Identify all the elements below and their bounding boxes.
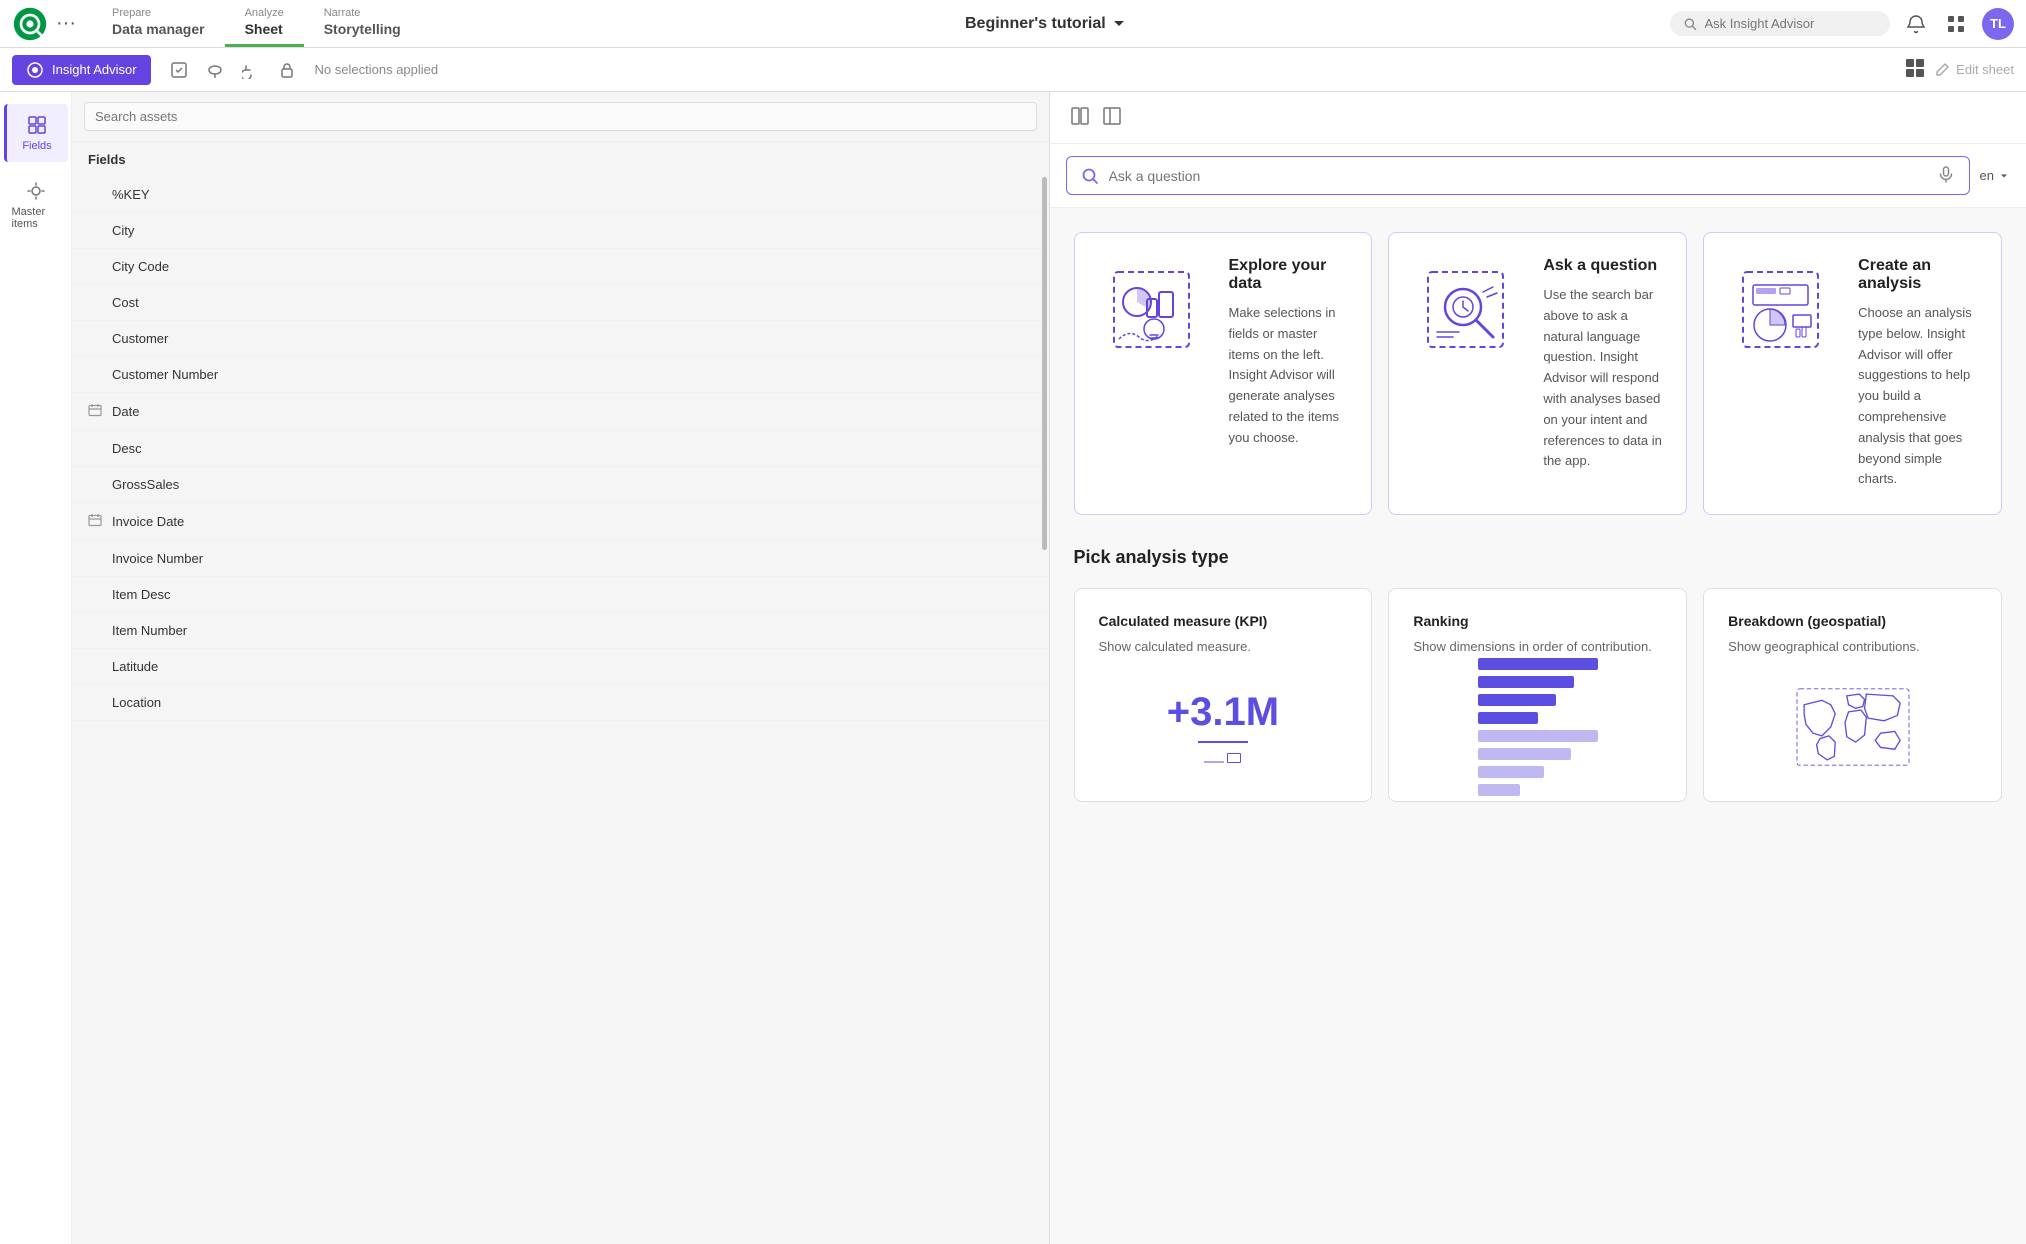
cards-area: Explore your data Make selections in fie… — [1050, 208, 2026, 1244]
insight-advisor-input[interactable] — [1705, 16, 1877, 31]
tab-narrate[interactable]: Narrate Storytelling — [304, 0, 421, 47]
field-item-date[interactable]: Date — [72, 393, 1049, 431]
info-card-create: Create an analysis Choose an analysis ty… — [1703, 232, 2002, 515]
info-cards: Explore your data Make selections in fie… — [1074, 232, 2003, 515]
field-item-city-code[interactable]: City Code — [72, 249, 1049, 285]
language-selector[interactable]: en — [1980, 168, 2010, 183]
field-item-item-desc[interactable]: Item Desc — [72, 577, 1049, 613]
field-item-city[interactable]: City — [72, 213, 1049, 249]
field-item-invoice-date[interactable]: Invoice Date — [72, 503, 1049, 541]
field-item-invoice-number[interactable]: Invoice Number — [72, 541, 1049, 577]
ask-text: Ask a question Use the search bar above … — [1543, 257, 1662, 472]
tab-analyze[interactable]: Analyze Sheet — [225, 0, 304, 47]
kpi-visual: +3.1M — [1099, 677, 1348, 777]
app-title[interactable]: Beginner's tutorial — [965, 15, 1126, 33]
more-options-button[interactable]: ··· — [56, 12, 76, 35]
edit-sheet-button[interactable]: Edit sheet — [1934, 62, 2014, 78]
secondary-toolbar: Insight Advisor No selections applied Ed… — [0, 48, 2026, 92]
sidebar-item-master-items[interactable]: Master items — [4, 170, 68, 240]
sidebar-icons: Fields Master items — [0, 92, 72, 1244]
no-selections-label: No selections applied — [315, 62, 1893, 77]
field-item-percent-key[interactable]: %KEY — [72, 177, 1049, 213]
user-avatar[interactable]: TL — [1982, 8, 2014, 40]
field-item-location[interactable]: Location — [72, 685, 1049, 721]
lasso-icon[interactable] — [199, 54, 231, 86]
panel-toggle-right[interactable] — [1102, 106, 1122, 129]
fields-panel: Fields %KEY City City Code Cost — [72, 92, 1050, 1244]
scrollbar-thumb[interactable] — [1042, 177, 1047, 550]
analysis-card-geospatial[interactable]: Breakdown (geospatial) Show geographical… — [1703, 588, 2002, 802]
create-text: Create an analysis Choose an analysis ty… — [1858, 257, 1977, 490]
panel-toggle-area — [1050, 92, 2026, 144]
insight-advisor-button[interactable]: Insight Advisor — [12, 55, 151, 85]
microphone-icon[interactable] — [1937, 165, 1955, 186]
lock-icon[interactable] — [271, 54, 303, 86]
ask-question-input[interactable] — [1109, 168, 1927, 184]
panel-toggle-left[interactable] — [1070, 106, 1090, 129]
qlik-logo[interactable] — [12, 6, 48, 42]
ranking-visual — [1413, 677, 1662, 777]
analysis-card-ranking[interactable]: Ranking Show dimensions in order of cont… — [1388, 588, 1687, 802]
content-area: en — [1050, 92, 2026, 1244]
analysis-cards: Calculated measure (KPI) Show calculated… — [1074, 588, 2003, 802]
app-title-area: Beginner's tutorial — [421, 15, 1670, 33]
nav-right: TL — [1670, 8, 2014, 40]
top-navigation: ··· Prepare Data manager Analyze Sheet N… — [0, 0, 2026, 48]
explore-text: Explore your data Make selections in fie… — [1229, 257, 1348, 449]
main-layout: Fields Master items Fields %KEY — [0, 92, 2026, 1244]
analysis-card-kpi[interactable]: Calculated measure (KPI) Show calculated… — [1074, 588, 1373, 802]
search-assets-input[interactable] — [84, 102, 1037, 131]
toolbar-right: Edit sheet — [1904, 57, 2014, 82]
explore-icon — [1099, 257, 1209, 370]
field-item-latitude[interactable]: Latitude — [72, 649, 1049, 685]
field-item-customer-number[interactable]: Customer Number — [72, 357, 1049, 393]
field-item-customer[interactable]: Customer — [72, 321, 1049, 357]
grid-layout-icon[interactable] — [1904, 57, 1926, 82]
nav-tabs: Prepare Data manager Analyze Sheet Narra… — [92, 0, 421, 47]
create-icon — [1728, 257, 1838, 370]
geo-visual — [1728, 677, 1977, 777]
ask-icon — [1413, 257, 1523, 370]
ask-question-input-wrapper[interactable] — [1066, 156, 1970, 195]
tab-prepare[interactable]: Prepare Data manager — [92, 0, 225, 47]
field-item-item-number[interactable]: Item Number — [72, 613, 1049, 649]
insight-advisor-search[interactable] — [1670, 11, 1890, 36]
sidebar-item-fields[interactable]: Fields — [4, 104, 68, 162]
notifications-icon[interactable] — [1902, 10, 1930, 38]
search-icon — [1081, 167, 1099, 185]
apps-grid-icon[interactable] — [1942, 10, 1970, 38]
field-item-desc[interactable]: Desc — [72, 431, 1049, 467]
assets-search — [72, 92, 1049, 142]
fields-list-header: Fields — [72, 142, 1049, 177]
toolbar-icons — [163, 54, 303, 86]
info-card-ask: Ask a question Use the search bar above … — [1388, 232, 1687, 515]
undo-icon[interactable] — [235, 54, 267, 86]
info-card-explore: Explore your data Make selections in fie… — [1074, 232, 1373, 515]
field-item-cost[interactable]: Cost — [72, 285, 1049, 321]
analysis-section: Pick analysis type Calculated measure (K… — [1074, 547, 2003, 802]
fields-list: %KEY City City Code Cost Customer Custom… — [72, 177, 1049, 1244]
field-item-gross-sales[interactable]: GrossSales — [72, 467, 1049, 503]
select-icon[interactable] — [163, 54, 195, 86]
ask-question-bar: en — [1050, 144, 2026, 208]
